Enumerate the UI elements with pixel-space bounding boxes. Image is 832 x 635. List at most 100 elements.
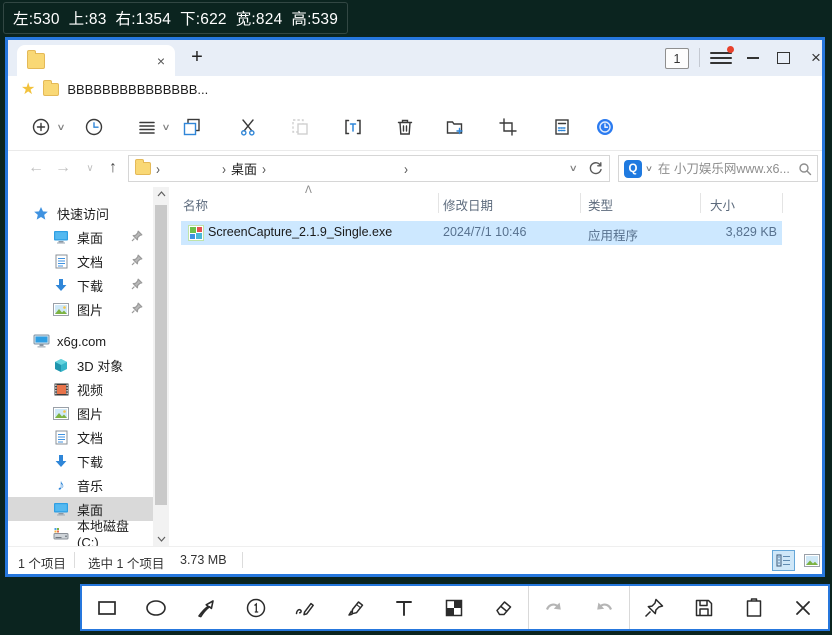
redo-button[interactable] bbox=[579, 586, 629, 629]
save-button[interactable] bbox=[679, 586, 729, 629]
scrollbar-thumb[interactable] bbox=[155, 205, 167, 505]
close-capture-button[interactable] bbox=[778, 586, 828, 629]
delete-button[interactable] bbox=[394, 116, 416, 138]
tab-strip: × + 1 × bbox=[8, 40, 822, 76]
sidebar-scrollbar[interactable] bbox=[153, 187, 169, 546]
maximize-button[interactable] bbox=[777, 52, 790, 64]
search-input[interactable] bbox=[655, 160, 794, 177]
breadcrumb-chevron-icon[interactable]: › bbox=[262, 160, 266, 177]
download-icon bbox=[52, 278, 70, 292]
sidebar-item-quick-access[interactable]: 快速访问 bbox=[8, 201, 153, 225]
search-chevron-icon[interactable]: ∨ bbox=[645, 164, 653, 173]
rectangle-tool-button[interactable] bbox=[82, 586, 132, 629]
pin-icon[interactable] bbox=[131, 230, 143, 242]
pin-icon[interactable] bbox=[131, 254, 143, 266]
forward-icon[interactable]: → bbox=[52, 157, 74, 179]
back-icon[interactable]: ← bbox=[25, 157, 47, 179]
search-engine-icon[interactable]: Q bbox=[624, 159, 642, 178]
video-icon bbox=[52, 383, 70, 396]
paste-button-disabled[interactable] bbox=[289, 116, 311, 138]
notification-dot-icon bbox=[727, 46, 734, 53]
new-folder-button[interactable] bbox=[444, 116, 466, 138]
quick-access-star-icon bbox=[32, 206, 50, 221]
tab-count-badge[interactable]: 1 bbox=[665, 48, 689, 69]
undo-button[interactable] bbox=[528, 586, 579, 629]
scroll-down-icon[interactable] bbox=[153, 532, 169, 546]
sidebar-item-label: 文档 bbox=[77, 430, 104, 446]
scroll-up-icon[interactable] bbox=[153, 187, 169, 201]
pin-icon[interactable] bbox=[131, 278, 143, 290]
cut-button[interactable] bbox=[237, 116, 259, 138]
app-sphere-icon[interactable] bbox=[594, 116, 616, 138]
sidebar-item-label: 下载 bbox=[77, 454, 104, 470]
pin-icon[interactable] bbox=[131, 302, 143, 314]
sidebar-item-desktop[interactable]: 桌面 bbox=[8, 225, 153, 249]
sidebar-item-pictures[interactable]: 图片 bbox=[8, 297, 153, 321]
sidebar-item-label: 音乐 bbox=[77, 478, 104, 494]
refresh-icon[interactable] bbox=[588, 161, 603, 176]
number-badge-tool-button[interactable] bbox=[231, 586, 281, 629]
up-icon[interactable]: ↑ bbox=[102, 157, 124, 179]
ellipse-tool-button[interactable] bbox=[132, 586, 182, 629]
sidebar-item-label: 视频 bbox=[77, 382, 104, 398]
sidebar-item-pictures-2[interactable]: 图片 bbox=[8, 401, 153, 425]
explorer-tab[interactable]: × bbox=[17, 45, 175, 76]
copy-button[interactable] bbox=[181, 116, 203, 138]
column-header-modified[interactable]: 修改日期 bbox=[443, 195, 493, 214]
sort-ascending-icon[interactable]: ᐱ bbox=[305, 185, 312, 196]
mosaic-tool-button[interactable] bbox=[429, 586, 479, 629]
new-tab-button[interactable]: + bbox=[184, 43, 210, 71]
sidebar-item-label: 本地磁盘 (C:) bbox=[77, 519, 130, 550]
recent-button[interactable] bbox=[83, 116, 105, 138]
breadcrumb-chevron-icon[interactable]: › bbox=[156, 160, 160, 177]
sidebar-item-music[interactable]: ♪ 音乐 bbox=[8, 473, 153, 497]
arrow-tool-button[interactable] bbox=[181, 586, 231, 629]
thumbnail-view-button[interactable] bbox=[800, 550, 823, 571]
desktop-icon bbox=[52, 230, 70, 244]
menu-button[interactable] bbox=[710, 46, 734, 67]
pen-tool-button[interactable] bbox=[280, 586, 330, 629]
breadcrumb-bar[interactable]: › › 桌面 › › ∨ bbox=[128, 155, 610, 182]
breadcrumb-chevron-icon[interactable]: › bbox=[404, 160, 408, 177]
column-header-type[interactable]: 类型 bbox=[588, 195, 613, 214]
file-row-selected[interactable]: ScreenCapture_2.1.9_Single.exe 2024/7/1 … bbox=[181, 221, 782, 245]
magnifier-icon[interactable] bbox=[798, 162, 812, 176]
crop-button[interactable] bbox=[497, 116, 519, 138]
search-box[interactable]: Q ∨ bbox=[618, 155, 818, 182]
history-chevron-icon[interactable]: ∨ bbox=[79, 157, 101, 179]
marker-tool-button[interactable] bbox=[330, 586, 380, 629]
file-name: ScreenCapture_2.1.9_Single.exe bbox=[208, 225, 393, 239]
sidebar-item-label: 桌面 bbox=[77, 230, 104, 246]
favorite-star-icon[interactable]: ★ bbox=[21, 81, 35, 98]
selected-size: 3.73 MB bbox=[180, 553, 227, 567]
sidebar-item-label: 图片 bbox=[77, 406, 104, 422]
sidebar-item-local-disk-c[interactable]: 本地磁盘 (C:) bbox=[8, 519, 153, 550]
tab-close-icon[interactable]: × bbox=[157, 54, 165, 68]
sidebar-item-this-pc[interactable]: x6g.com bbox=[8, 329, 153, 353]
rename-button[interactable] bbox=[342, 116, 364, 138]
sidebar-item-videos[interactable]: 视频 bbox=[8, 377, 153, 401]
column-header-size[interactable]: 大小 bbox=[710, 195, 735, 214]
sidebar-item-3d-objects[interactable]: 3D 对象 bbox=[8, 353, 153, 377]
sidebar-item-documents[interactable]: 文档 bbox=[8, 249, 153, 273]
close-window-button[interactable]: × bbox=[805, 46, 827, 70]
clipboard-button[interactable] bbox=[729, 586, 779, 629]
address-dropdown-icon[interactable]: ∨ bbox=[569, 163, 578, 174]
minimize-button[interactable] bbox=[747, 57, 759, 59]
sidebar-item-downloads[interactable]: 下载 bbox=[8, 273, 153, 297]
details-view-button[interactable] bbox=[772, 550, 795, 571]
file-modified: 2024/7/1 10:46 bbox=[443, 225, 527, 239]
new-item-chevron-icon[interactable]: ∨ bbox=[46, 116, 77, 138]
favorites-title[interactable]: BBBBBBBBBBBBBBB... bbox=[67, 82, 208, 97]
properties-button[interactable] bbox=[551, 116, 573, 138]
breadcrumb-chevron-icon[interactable]: › bbox=[222, 160, 226, 177]
sidebar-item-documents-2[interactable]: 文档 bbox=[8, 425, 153, 449]
pin-button[interactable] bbox=[628, 586, 680, 629]
sidebar-item-downloads-2[interactable]: 下载 bbox=[8, 449, 153, 473]
3d-cube-icon bbox=[52, 358, 70, 373]
eraser-tool-button[interactable] bbox=[479, 586, 529, 629]
column-header-name[interactable]: 名称 bbox=[183, 195, 208, 214]
sort-chevron-icon[interactable]: ∨ bbox=[151, 116, 182, 138]
text-tool-button[interactable] bbox=[380, 586, 430, 629]
breadcrumb-segment[interactable]: 桌面 bbox=[231, 159, 257, 178]
